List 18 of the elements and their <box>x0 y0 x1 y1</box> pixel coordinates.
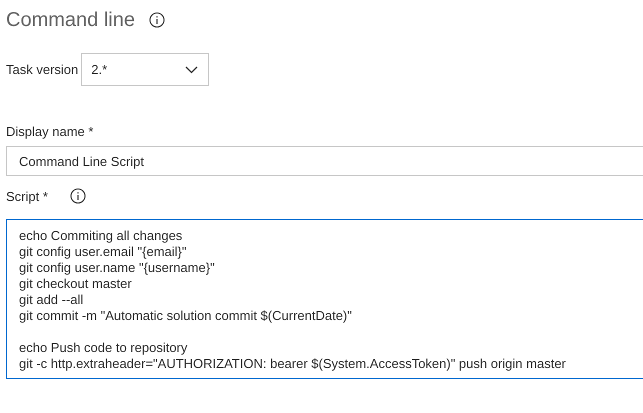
script-editor[interactable] <box>6 219 643 379</box>
code-line: git config user.name "{username}" <box>19 260 215 276</box>
display-name-field[interactable]: Command Line Script <box>6 146 643 176</box>
task-version-label: Task version <box>6 62 78 77</box>
task-version-dropdown[interactable]: 2.* <box>81 53 210 86</box>
info-icon[interactable] <box>70 188 86 204</box>
info-icon[interactable] <box>148 12 165 28</box>
script-label: Script * <box>6 188 48 204</box>
code-line: git checkout master <box>19 276 132 292</box>
code-line: echo Commiting all changes <box>19 228 182 244</box>
code-line: git config user.email "{email}" <box>19 244 186 260</box>
code-line: git commit -m "Automatic solution commit $(CurrentDate)" <box>19 308 352 324</box>
code-line: echo Push code to repository <box>19 340 188 356</box>
panel-title: Command line <box>6 8 135 32</box>
display-name-label: Display name * <box>6 122 94 141</box>
chevron-down-icon <box>185 66 198 74</box>
code-line: git add --all <box>19 292 84 308</box>
code-line: git -c http.extraheader="AUTHORIZATION: bearer $(System.AccessToken)" push origin master <box>19 356 566 372</box>
